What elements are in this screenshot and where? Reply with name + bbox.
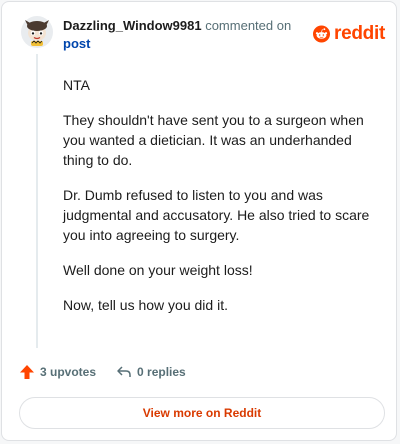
comment-body: NTA They shouldn't have sent you to a su… bbox=[63, 75, 381, 330]
upvote-button[interactable]: 3 upvotes bbox=[19, 364, 96, 380]
reddit-logo-icon bbox=[313, 25, 331, 43]
username-link[interactable]: Dazzling_Window9981 bbox=[63, 18, 202, 33]
thread-line bbox=[36, 54, 38, 348]
comment-actions: 3 upvotes 0 replies bbox=[19, 362, 383, 382]
reddit-logo[interactable]: reddit bbox=[313, 21, 385, 47]
user-avatar[interactable] bbox=[21, 16, 53, 48]
comment-paragraph: Now, tell us how you did it. bbox=[63, 297, 228, 313]
comment-header: Dazzling_Window9981 commented on post bbox=[63, 17, 303, 53]
view-more-on-reddit-button[interactable]: View more on Reddit bbox=[19, 397, 385, 429]
reply-button[interactable]: 0 replies bbox=[116, 364, 186, 380]
upvote-count: 3 upvotes bbox=[40, 365, 97, 379]
embedded-comment-card: Dazzling_Window9981 commented on post re… bbox=[1, 1, 397, 441]
post-link[interactable]: post bbox=[63, 35, 303, 53]
comment-paragraph: NTA bbox=[63, 77, 90, 93]
upvote-arrow-icon bbox=[20, 365, 34, 379]
snoo-avatar-icon bbox=[21, 16, 53, 48]
comment-paragraph: Dr. Dumb refused to listen to you and wa… bbox=[63, 187, 370, 243]
reply-arrow-icon bbox=[117, 366, 131, 377]
comment-paragraph: Well done on your weight loss! bbox=[63, 262, 253, 278]
comment-paragraph: They shouldn't have sent you to a surgeo… bbox=[63, 112, 364, 168]
reddit-wordmark: reddit bbox=[334, 23, 385, 44]
reply-count: 0 replies bbox=[137, 365, 186, 379]
comment-action-text: commented on bbox=[205, 18, 292, 33]
